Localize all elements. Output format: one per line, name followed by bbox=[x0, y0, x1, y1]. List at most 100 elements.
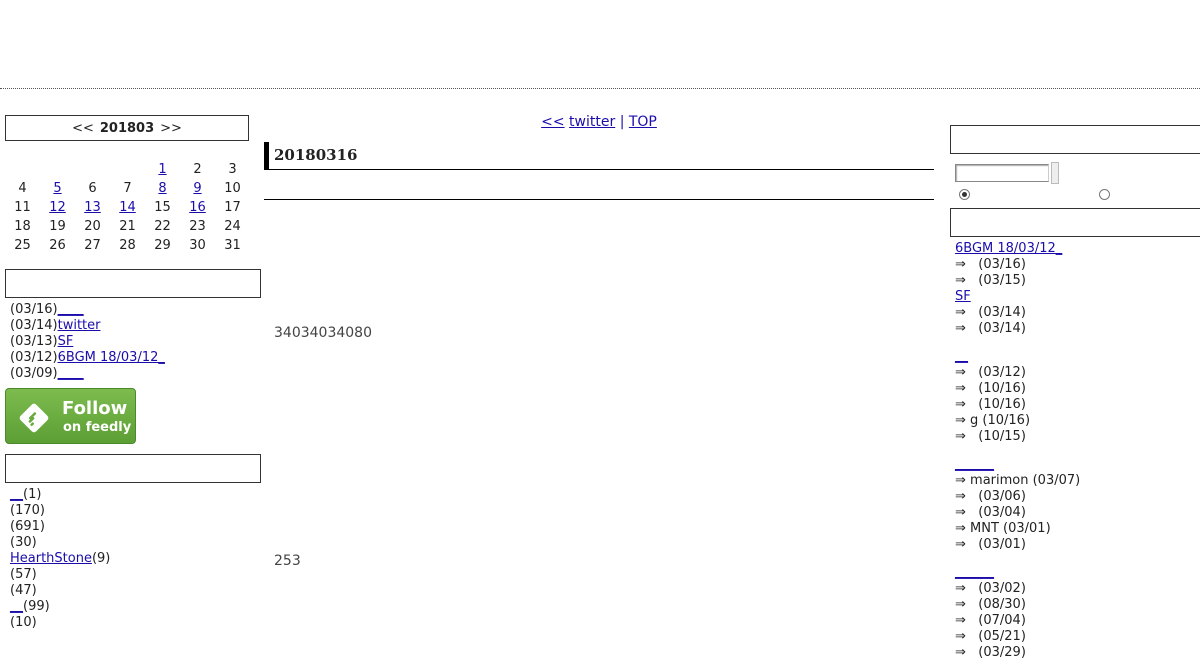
comment-post-link[interactable]: __ bbox=[955, 349, 968, 364]
comment-item[interactable]: ⇒ (05/21) bbox=[955, 629, 1200, 645]
feedly-icon bbox=[19, 403, 49, 433]
calendar-day: 18 bbox=[14, 219, 31, 234]
categories-heading-box bbox=[5, 454, 261, 483]
calendar-day[interactable]: 14 bbox=[110, 198, 145, 217]
calendar-day-link[interactable]: 13 bbox=[84, 200, 101, 215]
feedly-on-text: on feedly bbox=[63, 420, 132, 435]
comment-item[interactable]: ⇒ (03/02) bbox=[955, 581, 1200, 597]
comment-item[interactable]: ⇒ marimon (03/07) bbox=[955, 473, 1200, 489]
comment-post-row: ______ bbox=[955, 565, 1200, 581]
comment-item[interactable]: ⇒ (03/04) bbox=[955, 505, 1200, 521]
category-count: (1) bbox=[23, 487, 42, 502]
calendar-day[interactable]: 8 bbox=[145, 179, 180, 198]
comment-item[interactable]: ⇒ (03/14) bbox=[955, 321, 1200, 337]
comment-item[interactable]: ⇒ MNT (03/01) bbox=[955, 521, 1200, 537]
calendar-day-link[interactable]: 9 bbox=[193, 181, 201, 196]
recent-comments-list: 6BGM 18/03/12_ ⇒ (03/16) ⇒ (03/15) SF ⇒ (03/… bbox=[950, 241, 1200, 661]
follow-feedly-button[interactable]: Follow on feedly bbox=[5, 388, 136, 444]
calendar-day[interactable]: 9 bbox=[180, 179, 215, 198]
calendar-day bbox=[5, 160, 40, 179]
comment-item[interactable]: ⇒ (10/16) bbox=[955, 381, 1200, 397]
category-item: (170) bbox=[10, 503, 261, 519]
comment-item[interactable]: ⇒ (03/12) bbox=[955, 365, 1200, 381]
recent-post-date: (03/14) bbox=[10, 318, 58, 333]
categories-list: __(1) (170) (691) (30) HearthStone(9) (57) (47… bbox=[5, 487, 261, 631]
main-content: << twitter | TOP 20180316 34034034080 25… bbox=[264, 114, 934, 569]
calendar-day: 10 bbox=[224, 181, 241, 196]
category-count: (170) bbox=[10, 503, 45, 518]
calendar-day[interactable]: 5 bbox=[40, 179, 75, 198]
calendar-day: 17 bbox=[224, 200, 241, 215]
calendar-day: 11 bbox=[14, 200, 31, 215]
calendar-day: 21 bbox=[119, 219, 136, 234]
category-item: (30) bbox=[10, 535, 261, 551]
category-count: (691) bbox=[10, 519, 45, 534]
post-navigation: << twitter | TOP bbox=[264, 114, 934, 130]
calendar-day-link[interactable]: 16 bbox=[189, 200, 206, 215]
calendar-day-link[interactable]: 1 bbox=[158, 162, 166, 177]
calendar-day-link[interactable]: 12 bbox=[49, 200, 66, 215]
comment-item[interactable]: ⇒ (03/29) bbox=[955, 645, 1200, 661]
nav-separator: | bbox=[619, 114, 625, 130]
category-link[interactable]: HearthStone bbox=[10, 551, 92, 566]
prev-post-arrow-link[interactable]: << bbox=[541, 114, 564, 130]
calendar-day-link[interactable]: 14 bbox=[119, 200, 136, 215]
comment-post-link[interactable]: ______ bbox=[955, 457, 994, 472]
calendar-prev-link[interactable]: << bbox=[72, 121, 94, 136]
calendar-day-link[interactable]: 5 bbox=[53, 181, 61, 196]
search-scope-options bbox=[950, 186, 1200, 202]
comment-post-link[interactable]: ______ bbox=[955, 565, 994, 580]
recent-post-link[interactable]: ____ bbox=[58, 302, 84, 317]
search-form bbox=[950, 162, 1200, 184]
calendar-day[interactable]: 13 bbox=[75, 198, 110, 217]
search-button[interactable] bbox=[1051, 162, 1059, 184]
recent-comments-heading-box bbox=[950, 208, 1200, 237]
category-item: HearthStone(9) bbox=[10, 551, 261, 567]
comment-post-link[interactable]: SF bbox=[955, 289, 971, 304]
category-link[interactable]: __ bbox=[10, 599, 23, 614]
comment-item[interactable]: ⇒ (10/15) bbox=[955, 429, 1200, 445]
recent-post-link[interactable]: twitter bbox=[58, 318, 101, 333]
comment-item[interactable]: ⇒ (03/06) bbox=[955, 489, 1200, 505]
header-divider bbox=[0, 88, 1200, 89]
comment-group-gap bbox=[955, 337, 1200, 349]
calendar-day: 6 bbox=[88, 181, 97, 196]
comment-item[interactable]: ⇒ (10/16) bbox=[955, 397, 1200, 413]
calendar-day: 25 bbox=[14, 238, 31, 253]
calendar-day[interactable]: 16 bbox=[180, 198, 215, 217]
calendar-day[interactable]: 12 bbox=[40, 198, 75, 217]
calendar-day[interactable]: 1 bbox=[145, 160, 180, 179]
recent-post-link[interactable]: ____ bbox=[58, 366, 84, 381]
calendar-day: 3 bbox=[228, 162, 237, 177]
recent-posts-list: (03/16)____ (03/14)twitter (03/13)SF (03/12… bbox=[5, 302, 261, 382]
search-input[interactable] bbox=[955, 164, 1049, 182]
comment-item[interactable]: ⇒ (03/01) bbox=[955, 537, 1200, 553]
category-link[interactable]: __ bbox=[10, 487, 23, 502]
calendar-day bbox=[110, 160, 145, 179]
comment-item[interactable]: ⇒ g (10/16) bbox=[955, 413, 1200, 429]
calendar-day: 4 bbox=[18, 181, 27, 196]
calendar-day: 2 bbox=[193, 162, 202, 177]
calendar-day: 20 bbox=[84, 219, 101, 234]
right-sidebar: 6BGM 18/03/12_ ⇒ (03/16) ⇒ (03/15) SF ⇒ (03/… bbox=[950, 125, 1200, 661]
category-count: (9) bbox=[91, 551, 111, 566]
recent-post-link[interactable]: SF bbox=[58, 334, 74, 349]
radio-option-1[interactable] bbox=[959, 189, 970, 200]
prev-post-link[interactable]: twitter bbox=[569, 114, 615, 130]
recent-post-link[interactable]: 6BGM 18/03/12_ bbox=[58, 350, 165, 365]
category-count: (99) bbox=[23, 599, 50, 614]
calendar-day: 31 bbox=[224, 238, 241, 253]
recent-post-date: (03/12) bbox=[10, 350, 58, 365]
comment-item[interactable]: ⇒ (08/30) bbox=[955, 597, 1200, 613]
top-link[interactable]: TOP bbox=[629, 114, 657, 130]
comment-item[interactable]: ⇒ (03/14) bbox=[955, 305, 1200, 321]
comment-item[interactable]: ⇒ (03/15) bbox=[955, 273, 1200, 289]
comment-post-row: SF bbox=[955, 289, 1200, 305]
comment-post-link[interactable]: 6BGM 18/03/12_ bbox=[955, 241, 1062, 256]
comment-item[interactable]: ⇒ (07/04) bbox=[955, 613, 1200, 629]
calendar-day-link[interactable]: 8 bbox=[158, 181, 166, 196]
radio-option-2[interactable] bbox=[1099, 189, 1110, 200]
recent-post-date: (03/09) bbox=[10, 366, 58, 381]
calendar-next-link[interactable]: >> bbox=[160, 121, 182, 136]
comment-item[interactable]: ⇒ (03/16) bbox=[955, 257, 1200, 273]
